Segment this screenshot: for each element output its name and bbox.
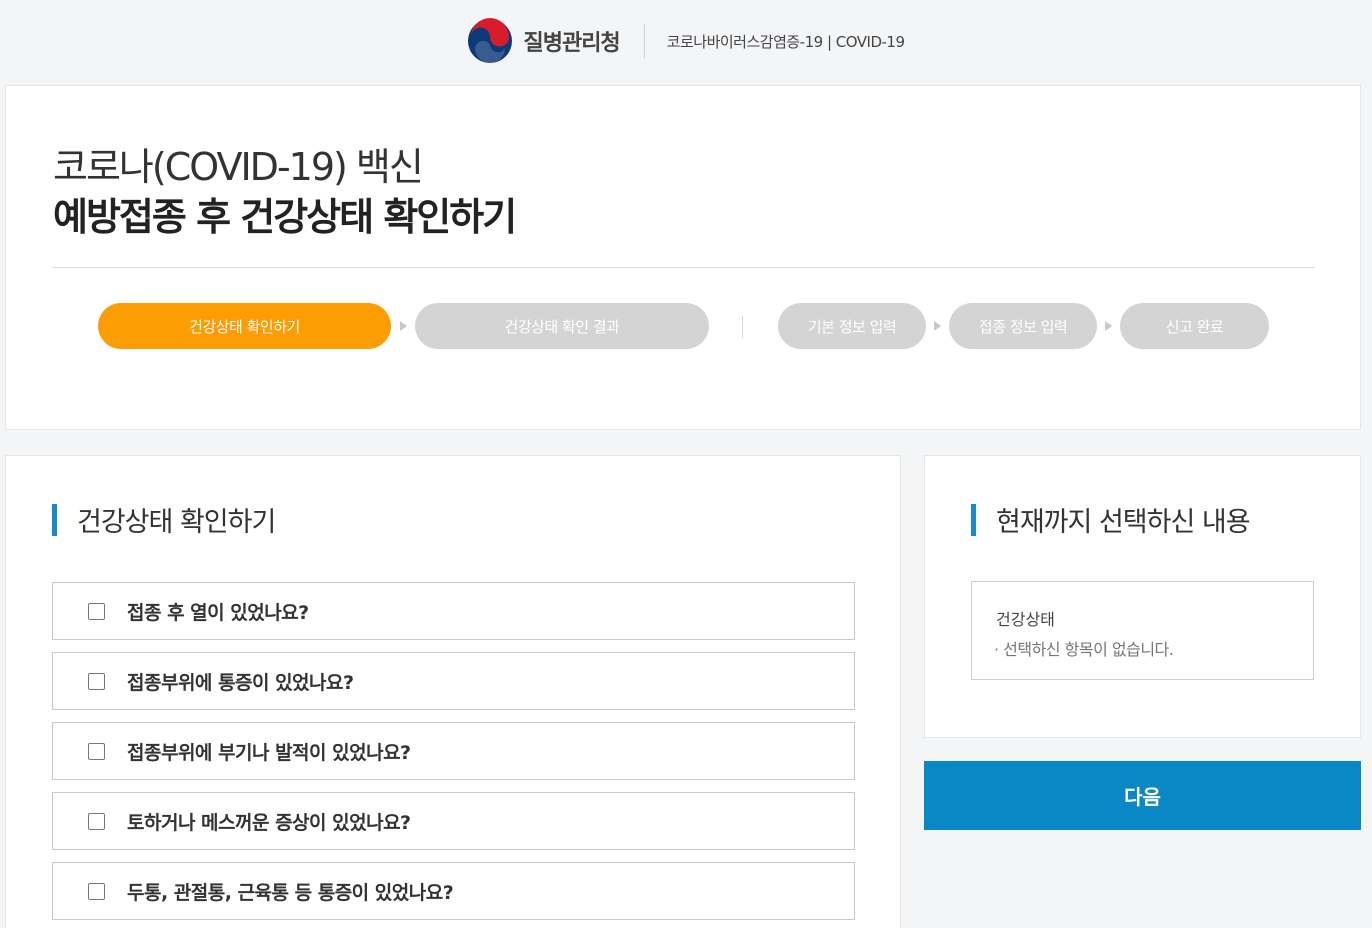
question-fever[interactable]: 접종 후 열이 있었나요? <box>52 582 855 640</box>
step-arrow-icon <box>400 321 407 331</box>
question-injection-pain[interactable]: 접종부위에 통증이 있었나요? <box>52 652 855 710</box>
question-label: 토하거나 메스꺼운 증상이 있었나요? <box>127 811 411 834</box>
summary-category-label: 건강상태 <box>996 610 1055 629</box>
agency-logo-link[interactable]: 질병관리청 <box>467 18 621 64</box>
agency-name: 질병관리청 <box>523 31 620 56</box>
question-label: 접종 후 열이 있었나요? <box>127 601 309 624</box>
health-check-panel: 건강상태 확인하기 접종 후 열이 있었나요? 접종부위에 통증이 있었나요? … <box>5 455 901 928</box>
question-aches[interactable]: 두통, 관절통, 근육통 등 통증이 있었나요? <box>52 862 855 920</box>
question-label: 접종부위에 통증이 있었나요? <box>127 671 354 694</box>
question-swelling-redness[interactable]: 접종부위에 부기나 발적이 있었나요? <box>52 722 855 780</box>
checkbox[interactable] <box>88 812 105 830</box>
heading-accent-bar <box>971 503 976 536</box>
next-button[interactable]: 다음 <box>924 761 1361 830</box>
question-label: 두통, 관절통, 근육통 등 통증이 있었나요? <box>127 881 454 904</box>
summary-heading-text: 현재까지 선택하신 내용 <box>996 507 1251 538</box>
checkbox[interactable] <box>88 742 105 760</box>
question-nausea[interactable]: 토하거나 메스꺼운 증상이 있었나요? <box>52 792 855 850</box>
step-1-health-check: 건강상태 확인하기 <box>98 303 391 349</box>
heading-accent-bar <box>52 503 57 536</box>
step-2-health-result: 건강상태 확인 결과 <box>415 303 709 349</box>
taegeuk-logo-icon <box>468 18 513 63</box>
page-title-line2: 예방접종 후 건강상태 확인하기 <box>53 195 517 239</box>
summary-heading: 현재까지 선택하신 내용 <box>971 500 1251 539</box>
checkbox[interactable] <box>88 882 105 900</box>
step-separator <box>742 316 743 338</box>
step-5-report-complete: 신고 완료 <box>1120 303 1269 349</box>
selection-summary-panel: 현재까지 선택하신 내용 건강상태 · 선택하신 항목이 없습니다. <box>924 455 1361 738</box>
summary-empty-message: · 선택하신 항목이 없습니다. <box>994 640 1174 659</box>
site-name: 코로나바이러스감염증-19 | COVID-19 <box>666 32 905 51</box>
health-check-heading: 건강상태 확인하기 <box>52 500 276 539</box>
question-label: 접종부위에 부기나 발적이 있었나요? <box>127 741 411 764</box>
site-header: 질병관리청 코로나바이러스감염증-19 | COVID-19 <box>0 0 1372 82</box>
step-arrow-icon <box>1105 321 1112 331</box>
health-check-heading-text: 건강상태 확인하기 <box>77 507 276 538</box>
checkbox[interactable] <box>88 672 105 690</box>
summary-box: 건강상태 · 선택하신 항목이 없습니다. <box>971 581 1314 680</box>
step-4-vaccination-info: 접종 정보 입력 <box>949 303 1097 349</box>
checkbox[interactable] <box>88 602 105 620</box>
header-divider <box>643 24 645 58</box>
title-card: 코로나(COVID-19) 백신 예방접종 후 건강상태 확인하기 건강상태 확… <box>5 85 1361 430</box>
title-divider <box>52 267 1315 268</box>
step-3-basic-info: 기본 정보 입력 <box>778 303 926 349</box>
page-title-line1: 코로나(COVID-19) 백신 <box>53 145 424 189</box>
step-arrow-icon <box>934 321 941 331</box>
